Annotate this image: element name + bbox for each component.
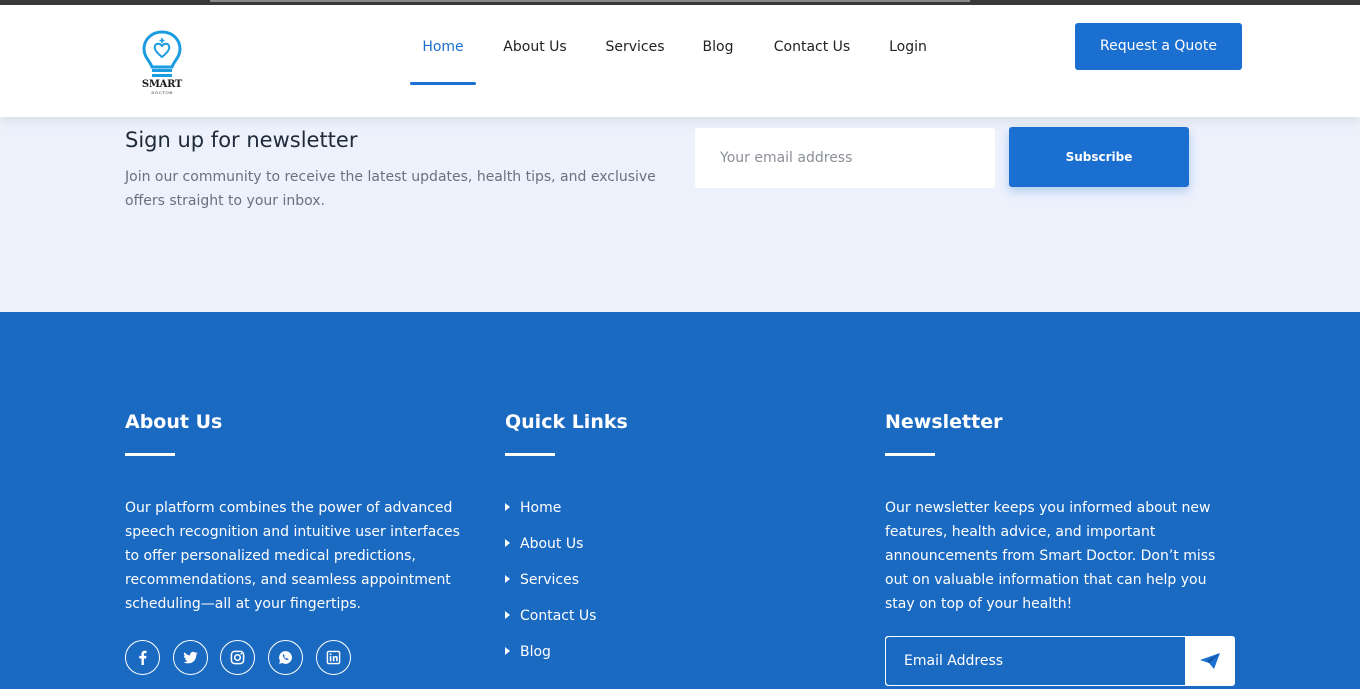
footer-quick-links-divider <box>505 453 555 456</box>
footer-newsletter-divider <box>885 453 935 456</box>
instagram-icon[interactable] <box>220 640 255 675</box>
caret-right-icon <box>505 503 510 511</box>
subscribe-button[interactable]: Subscribe <box>1009 127 1189 187</box>
nav-blog[interactable]: Blog <box>698 10 738 85</box>
nav-home[interactable]: Home <box>410 10 476 85</box>
footer-email-input[interactable]: Email Address <box>886 637 1185 685</box>
whatsapp-icon[interactable] <box>268 640 303 675</box>
footer-link-blog[interactable]: Blog <box>505 640 551 664</box>
footer-about-text: Our platform combines the power of advan… <box>125 500 460 612</box>
caret-right-icon <box>505 575 510 583</box>
caret-right-icon <box>505 647 510 655</box>
twitter-icon[interactable] <box>173 640 208 675</box>
nav-active-underline <box>410 82 476 85</box>
site-header: SMART DOCTOR Home About Us Services Blog… <box>0 5 1360 117</box>
paper-plane-icon <box>1200 653 1220 669</box>
nav-services[interactable]: Services <box>600 10 670 85</box>
footer-newsletter-text: Our newsletter keeps you informed about … <box>885 500 1216 612</box>
footer-about-title: About Us <box>125 411 223 433</box>
browser-scroll-indicator <box>210 0 970 2</box>
footer-quick-links-title: Quick Links <box>505 411 628 433</box>
send-button[interactable] <box>1185 636 1235 686</box>
facebook-icon[interactable] <box>125 640 160 675</box>
signup-title: Sign up for newsletter <box>125 128 358 152</box>
footer-about-divider <box>125 453 175 456</box>
footer-newsletter-title: Newsletter <box>885 411 1003 433</box>
footer-link-home[interactable]: Home <box>505 496 561 520</box>
main-nav: Home About Us Services Blog Contact Us L… <box>0 10 1360 122</box>
nav-contact-us[interactable]: Contact Us <box>768 10 856 85</box>
site-footer: About Us Our platform combines the power… <box>0 312 1360 689</box>
footer-link-services[interactable]: Services <box>505 568 579 592</box>
caret-right-icon <box>505 611 510 619</box>
footer-link-about-us[interactable]: About Us <box>505 532 583 556</box>
nav-about-us[interactable]: About Us <box>500 10 570 85</box>
signup-email-input[interactable]: Your email address <box>695 128 995 188</box>
signup-description: Join our community to receive the latest… <box>125 169 656 209</box>
footer-link-contact-us[interactable]: Contact Us <box>505 604 596 628</box>
linkedin-icon[interactable] <box>316 640 351 675</box>
nav-login[interactable]: Login <box>884 10 932 85</box>
footer-newsletter-form: Email Address <box>885 636 1235 686</box>
request-quote-button[interactable]: Request a Quote <box>1075 23 1242 70</box>
caret-right-icon <box>505 539 510 547</box>
